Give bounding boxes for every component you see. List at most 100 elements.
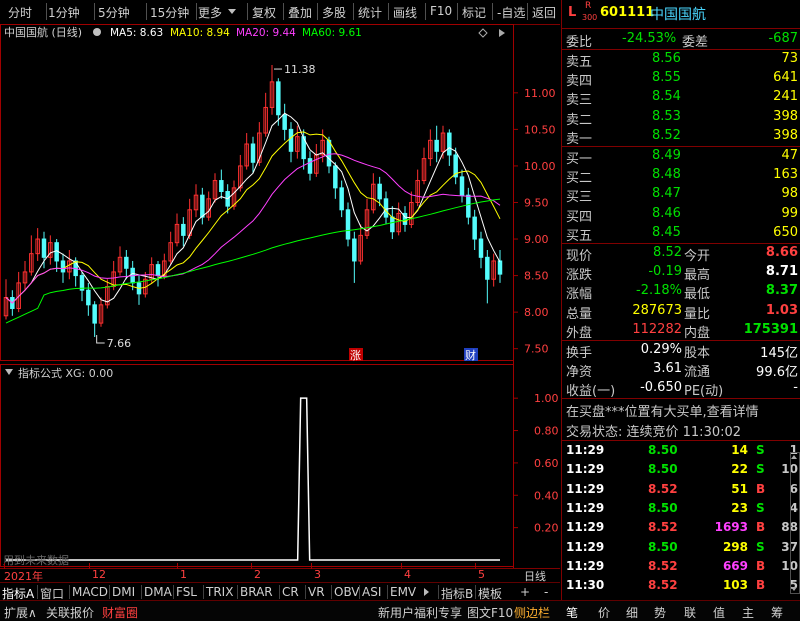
candle-body bbox=[383, 198, 389, 218]
toolbar-button-0[interactable]: 复权 bbox=[252, 4, 276, 21]
tab-period-0[interactable]: 分时 bbox=[8, 4, 32, 21]
side-tab-1[interactable]: 价 bbox=[598, 604, 610, 621]
side-tab-6[interactable]: 主 bbox=[742, 604, 754, 621]
scroll-down-icon[interactable] bbox=[791, 587, 797, 591]
settings-dot-icon[interactable] bbox=[93, 28, 101, 36]
stat-value: 145亿 bbox=[760, 346, 798, 361]
tick-price: 8.50 bbox=[648, 539, 678, 554]
toolbar-button-8[interactable]: 返回 bbox=[532, 4, 556, 21]
tick-scrollbar[interactable] bbox=[790, 452, 800, 594]
toolbar-button-6[interactable]: 标记 bbox=[462, 4, 486, 21]
tick-row: 11:29 8.52 669 B 10 bbox=[566, 557, 798, 576]
diamond-icon[interactable] bbox=[478, 28, 488, 38]
candle-body bbox=[181, 223, 186, 236]
indicator-menu-icon[interactable] bbox=[5, 369, 13, 375]
indicator-tab-12[interactable]: EMV bbox=[390, 585, 416, 599]
footer-tab-1[interactable]: 关联报价 bbox=[46, 604, 94, 621]
ask-row[interactable]: 卖三 8.54 241 bbox=[566, 88, 798, 108]
notice-row[interactable]: 在买盘***位置有大买单,查看详情 bbox=[566, 400, 798, 420]
ask-price: 8.52 bbox=[652, 127, 681, 143]
indicator-panel-frame bbox=[0, 364, 514, 567]
tick-side: B bbox=[756, 558, 766, 573]
tick-price: 8.50 bbox=[648, 500, 678, 515]
toolbar-button-3[interactable]: 统计 bbox=[358, 4, 382, 21]
stat-label: 现价 bbox=[566, 249, 593, 264]
footer-tab-2[interactable]: 财富圈 bbox=[102, 604, 138, 621]
toolbar-separator bbox=[388, 3, 389, 20]
indicator-tab-11[interactable]: ASI bbox=[362, 585, 381, 599]
toolbar-button-1[interactable]: 叠加 bbox=[288, 4, 312, 21]
tab-period-2[interactable]: 5分钟 bbox=[98, 4, 130, 21]
ask-volume: 241 bbox=[773, 89, 798, 105]
tick-row: 11:30 8.52 103 B 5 bbox=[566, 576, 798, 595]
tick-side: B bbox=[756, 481, 766, 496]
y-tick-label: 10.00 bbox=[524, 160, 556, 173]
expand-arrow-icon[interactable] bbox=[499, 29, 505, 37]
zoom-in-button[interactable]: + bbox=[520, 585, 530, 599]
indicator-tab-3[interactable]: DMI bbox=[112, 585, 135, 599]
tab-period-4[interactable]: 更多 bbox=[198, 4, 222, 21]
stat-label: 量比 bbox=[684, 306, 711, 322]
footer-right-0[interactable]: 新用户福利专享 bbox=[378, 604, 462, 621]
bid-price: 8.48 bbox=[652, 167, 681, 183]
toolbar-separator bbox=[196, 3, 197, 20]
toolbar-button-2[interactable]: 多股 bbox=[322, 4, 346, 21]
footer-right-2[interactable]: 侧边栏 bbox=[514, 604, 550, 621]
tab-period-3[interactable]: 15分钟 bbox=[150, 4, 189, 21]
side-tab-7[interactable]: 筹 bbox=[771, 604, 783, 621]
toolbar-separator bbox=[527, 3, 528, 20]
footer-tab-0[interactable]: 扩展∧ bbox=[4, 604, 37, 621]
indicator-tab-9[interactable]: VR bbox=[308, 585, 325, 599]
x-tick-mark bbox=[311, 563, 312, 569]
candle-body bbox=[60, 260, 66, 273]
event-marker-0[interactable]: 涨 bbox=[350, 349, 361, 362]
side-tab-5[interactable]: 值 bbox=[713, 604, 725, 621]
indicator-tab-4[interactable]: DMA bbox=[144, 585, 172, 599]
zoom-out-button[interactable]: - bbox=[544, 585, 548, 599]
toolbar-button-5[interactable]: F10 bbox=[430, 4, 452, 18]
side-tab-3[interactable]: 势 bbox=[654, 604, 666, 621]
ask-row[interactable]: 卖四 8.55 641 bbox=[566, 69, 798, 89]
candle-body bbox=[497, 260, 503, 275]
kline-chart[interactable]: 中国国航 (日线) MA5: 8.63 MA10: 8.94 MA20: 9.44 MA… bbox=[0, 24, 560, 568]
bid-row[interactable]: 买一 8.49 47 bbox=[566, 147, 798, 167]
x-tick-label: 2 bbox=[254, 568, 261, 581]
tab-scroll-right-icon[interactable] bbox=[424, 588, 429, 596]
side-tab-0[interactable]: 笔 bbox=[566, 604, 578, 621]
tab-separator bbox=[141, 585, 142, 599]
candle-body bbox=[288, 128, 294, 152]
bid-volume: 163 bbox=[773, 167, 798, 183]
indicator-tab-10[interactable]: OBV bbox=[334, 585, 360, 599]
tab-period-1[interactable]: 1分钟 bbox=[48, 4, 80, 21]
bid-label: 买一 bbox=[566, 152, 593, 167]
indicator-tab-2[interactable]: MACD bbox=[72, 585, 108, 599]
bid-row[interactable]: 买四 8.46 99 bbox=[566, 205, 798, 225]
tick-side: S bbox=[756, 443, 765, 457]
tick-side: B bbox=[756, 578, 766, 593]
high-label: 11.38 bbox=[284, 63, 316, 76]
side-tab-2[interactable]: 细 bbox=[626, 604, 638, 621]
bigorder-notice[interactable]: 在买盘***位置有大买单,查看详情 bbox=[566, 401, 759, 420]
toolbar-button-7[interactable]: -自选 bbox=[497, 4, 525, 21]
stat-label: 流通 bbox=[684, 365, 711, 381]
more-chevron-icon[interactable] bbox=[228, 9, 236, 14]
ask-label: 卖一 bbox=[566, 131, 593, 147]
ask-row[interactable]: 卖二 8.53 398 bbox=[566, 108, 798, 128]
footer-right-1[interactable]: 图文F10 bbox=[467, 604, 513, 621]
bid-row[interactable]: 买三 8.47 98 bbox=[566, 185, 798, 205]
scroll-up-icon[interactable] bbox=[791, 455, 797, 459]
bid-row[interactable]: 买五 8.45 650 bbox=[566, 224, 798, 244]
indicator-tab-7[interactable]: BRAR bbox=[240, 585, 273, 599]
indicator-tab-6[interactable]: TRIX bbox=[206, 585, 233, 599]
indicator-tab-8[interactable]: CR bbox=[282, 585, 299, 599]
ask-row[interactable]: 卖五 8.56 73 bbox=[566, 50, 798, 70]
period-toolbar: 分时 1分钟 5分钟 15分钟 更多 复权 叠加 多股 统计 画线 F10 标记 -自选 返回 bbox=[0, 0, 560, 25]
indicator-tab-5[interactable]: FSL bbox=[176, 585, 197, 599]
bid-row[interactable]: 买二 8.48 163 bbox=[566, 166, 798, 186]
tick-volume: 23 bbox=[731, 500, 748, 515]
side-tab-4[interactable]: 联 bbox=[684, 604, 696, 621]
event-marker-1[interactable]: 财 bbox=[465, 348, 476, 362]
indicator-y-tick-label: 1.00 bbox=[534, 392, 559, 405]
ask-row[interactable]: 卖一 8.52 398 bbox=[566, 127, 798, 147]
toolbar-button-4[interactable]: 画线 bbox=[393, 4, 417, 21]
